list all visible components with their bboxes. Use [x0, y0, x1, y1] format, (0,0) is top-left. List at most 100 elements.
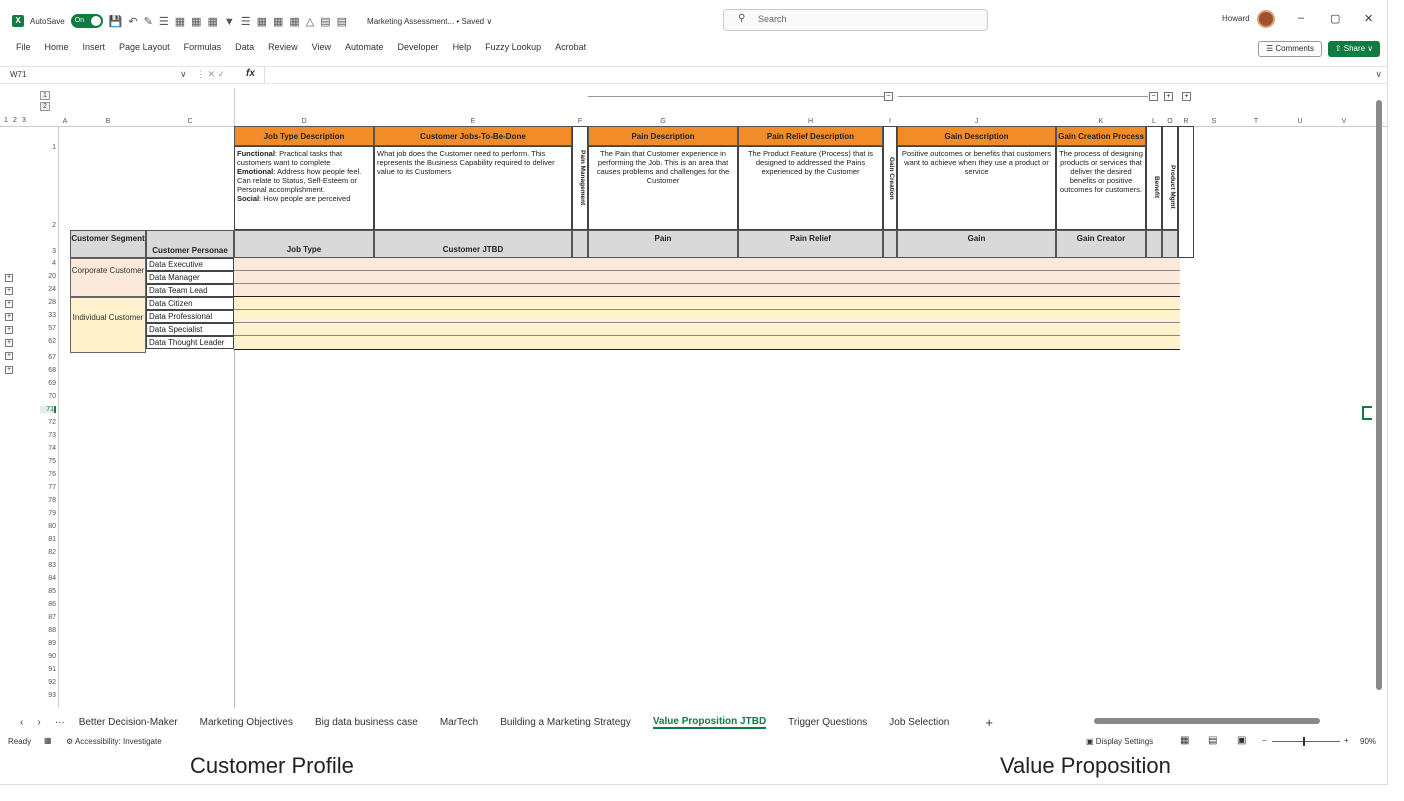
row-header[interactable]: 67 — [40, 354, 56, 361]
prev-sheet-icon[interactable]: ‹ — [20, 717, 23, 728]
row-header[interactable]: 79 — [40, 510, 56, 517]
pain-management-vertical-label[interactable]: Pain Management — [572, 126, 588, 230]
table-row[interactable] — [234, 297, 1180, 310]
page-layout-view-icon[interactable]: ▤ — [1208, 735, 1217, 746]
pain-header[interactable]: Pain — [588, 230, 738, 258]
row-header[interactable]: 81 — [40, 536, 56, 543]
persona-cell[interactable]: Data Executive — [146, 258, 234, 271]
row-header[interactable]: 74 — [40, 445, 56, 452]
expand-row-group-icon[interactable]: + — [5, 274, 13, 282]
sheet-tab[interactable]: Marketing Objectives — [200, 717, 293, 728]
sheet-tab[interactable]: Big data business case — [315, 717, 418, 728]
segment-individual-customer[interactable]: Individual Customer — [70, 297, 146, 353]
expand-formula-icon[interactable]: ∨ — [1375, 69, 1382, 80]
menu-data[interactable]: Data — [235, 42, 254, 58]
autosave-toggle[interactable]: On — [70, 14, 103, 28]
share-button[interactable]: ⇧ Share ∨ — [1328, 41, 1380, 57]
segment-corporate-customer[interactable]: Corporate Customer — [70, 258, 146, 297]
row-header[interactable]: 28 — [40, 299, 56, 306]
row-header-selected[interactable]: 71 — [40, 406, 56, 413]
table-row[interactable] — [234, 258, 1180, 271]
header-job-type-description[interactable]: Job Type Description — [234, 126, 374, 146]
row-header[interactable]: 20 — [40, 273, 56, 280]
job-type-description-cell[interactable]: Functional: Practical tasks that custome… — [234, 146, 374, 230]
row-header[interactable]: 80 — [40, 523, 56, 530]
sheet-tab[interactable]: Job Selection — [889, 717, 949, 728]
menu-insert[interactable]: Insert — [83, 42, 106, 58]
expand-row-group-icon[interactable]: + — [5, 326, 13, 334]
persona-cell[interactable]: Data Team Lead — [146, 284, 234, 297]
column-r-cell[interactable] — [1178, 126, 1194, 258]
row-header[interactable]: 77 — [40, 484, 56, 491]
menu-formulas[interactable]: Formulas — [184, 42, 222, 58]
worksheet-grid[interactable]: 1 2 1 2 3 − − + + A B C D E F G H I J K … — [0, 88, 1388, 708]
row-header[interactable]: 72 — [40, 419, 56, 426]
col-header-c[interactable]: C — [146, 118, 234, 127]
row-header[interactable]: 57 — [40, 325, 56, 332]
pain-relief-description-cell[interactable]: The Product Feature (Process) that is de… — [738, 146, 883, 230]
table-row[interactable] — [234, 271, 1180, 284]
vertical-scrollbar[interactable] — [1376, 100, 1382, 690]
outline-row-level-2[interactable]: 2 — [40, 102, 50, 111]
row-header[interactable]: 70 — [40, 393, 56, 400]
row-header[interactable]: 75 — [40, 458, 56, 465]
sheet-tab-active[interactable]: Value Proposition JTBD — [652, 716, 767, 729]
next-sheet-icon[interactable]: › — [37, 717, 40, 728]
display-settings[interactable]: ▣ Display Settings — [1086, 737, 1153, 746]
menu-page-layout[interactable]: Page Layout — [119, 42, 170, 58]
expand-row-group-icon[interactable]: + — [5, 287, 13, 295]
row-header[interactable]: 76 — [40, 471, 56, 478]
sheet-tab[interactable]: Trigger Questions — [788, 717, 867, 728]
row-header[interactable]: 89 — [40, 640, 56, 647]
menu-review[interactable]: Review — [268, 42, 298, 58]
menu-home[interactable]: Home — [45, 42, 69, 58]
menu-file[interactable]: File — [16, 42, 31, 58]
row-header[interactable]: 84 — [40, 575, 56, 582]
header-pain-description[interactable]: Pain Description — [588, 126, 738, 146]
col-header-a[interactable]: A — [60, 118, 70, 127]
customer-personae-header[interactable]: Customer Personae — [146, 230, 234, 258]
persona-cell[interactable]: Data Manager — [146, 271, 234, 284]
row-header[interactable]: 33 — [40, 312, 56, 319]
menu-acrobat[interactable]: Acrobat — [555, 42, 586, 58]
sheet-tab[interactable]: Building a Marketing Strategy — [500, 717, 631, 728]
table-row[interactable] — [234, 310, 1180, 323]
comments-button[interactable]: ☰ Comments — [1258, 41, 1322, 57]
customer-segment-header[interactable]: Customer Segment — [70, 230, 146, 258]
row-header[interactable]: 82 — [40, 549, 56, 556]
row-header[interactable]: 68 — [40, 367, 56, 374]
benefit-gray-cell[interactable] — [1146, 230, 1162, 258]
persona-cell[interactable]: Data Citizen — [146, 297, 234, 310]
row-header[interactable]: 92 — [40, 679, 56, 686]
gain-creation-vertical-label[interactable]: Gain Creation — [883, 126, 897, 230]
col-header-b[interactable]: B — [70, 118, 146, 127]
formula-input[interactable] — [264, 67, 1384, 83]
collapse-group-icon[interactable]: − — [1149, 92, 1158, 101]
sheet-tab[interactable]: Better Decision-Maker — [79, 717, 178, 728]
expand-row-group-icon[interactable]: + — [5, 313, 13, 321]
benefit-vertical-label[interactable]: Benefit — [1146, 126, 1162, 230]
cancel-confirm-icons[interactable]: ⋮ ✕ ✓ — [196, 69, 225, 80]
row-header[interactable]: 1 — [40, 144, 56, 151]
header-gain-description[interactable]: Gain Description — [897, 126, 1056, 146]
page-break-view-icon[interactable]: ▣ — [1237, 735, 1246, 746]
table-row[interactable] — [234, 284, 1180, 297]
zoom-slider[interactable] — [1272, 741, 1340, 742]
horizontal-scrollbar[interactable] — [1094, 718, 1320, 724]
accessibility-status[interactable]: ⚙ Accessibility: Investigate — [66, 737, 162, 746]
macro-record-icon[interactable]: ▦ — [44, 736, 52, 745]
menu-help[interactable]: Help — [453, 42, 472, 58]
document-title[interactable]: Marketing Assessment... • Saved ∨ — [367, 17, 492, 26]
normal-view-icon[interactable]: ▦ — [1180, 735, 1189, 746]
persona-cell[interactable]: Data Professional — [146, 310, 234, 323]
chevron-down-icon[interactable]: ∨ — [180, 69, 187, 80]
minimize-button[interactable]: – — [1298, 12, 1304, 24]
persona-cell[interactable]: Data Thought Leader — [146, 336, 234, 349]
row-header[interactable]: 90 — [40, 653, 56, 660]
row-header[interactable]: 86 — [40, 601, 56, 608]
collapse-group-icon[interactable]: − — [884, 92, 893, 101]
zoom-slider-thumb[interactable] — [1303, 737, 1305, 746]
row-header[interactable]: 85 — [40, 588, 56, 595]
row-header[interactable]: 83 — [40, 562, 56, 569]
header-gain-creation-process[interactable]: Gain Creation Process — [1056, 126, 1146, 146]
